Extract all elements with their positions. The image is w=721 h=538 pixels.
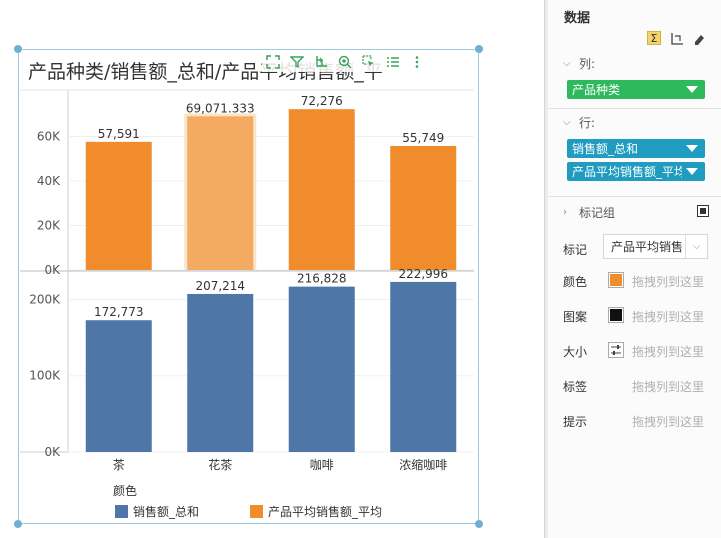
mark-group-label: 标记组 xyxy=(579,206,616,220)
legend-swatch xyxy=(115,505,128,518)
filter-icon[interactable] xyxy=(286,52,308,72)
row-pill-label: 销售额_总和 xyxy=(572,142,639,156)
legend-label: 产品平均销售额_平均 xyxy=(268,505,383,519)
columns-label: 列: xyxy=(579,57,596,71)
resize-handle-top-left[interactable] xyxy=(14,45,22,53)
chart-selection-frame xyxy=(18,49,479,524)
mark-select-value: 产品平均销售额_平均 xyxy=(611,240,683,254)
pattern-prop-label: 图案 xyxy=(563,310,588,324)
divider-line xyxy=(548,196,721,197)
columns-section-header[interactable]: ⌵ 列: xyxy=(563,55,595,72)
tooltip-drop-zone[interactable]: 拖拽列到这里 xyxy=(632,413,704,430)
chevron-right-icon: › xyxy=(563,207,567,218)
row-pill-sales-sum[interactable]: 销售额_总和 xyxy=(567,139,705,158)
fullscreen-icon[interactable] xyxy=(262,52,284,72)
size-drop-zone[interactable]: 拖拽列到这里 xyxy=(632,343,704,360)
chevron-down-icon[interactable] xyxy=(686,145,698,152)
resize-handle-bottom-left[interactable] xyxy=(14,520,22,528)
columns-pill[interactable]: 产品种类 xyxy=(567,80,705,99)
chevron-down-icon: ⌵ xyxy=(563,58,571,69)
rows-label: 行: xyxy=(579,116,596,130)
panel-title: 数据 xyxy=(564,11,591,26)
mark-group-settings-icon[interactable] xyxy=(697,205,709,217)
color-swatch-icon[interactable] xyxy=(608,272,624,288)
row-pill-label: 产品平均销售额_平均 xyxy=(572,165,682,179)
color-prop-label: 颜色 xyxy=(563,275,588,289)
label-prop-label: 标签 xyxy=(563,380,588,394)
color-drop-zone[interactable]: 拖拽列到这里 xyxy=(632,273,704,290)
more-icon[interactable] xyxy=(406,52,428,72)
legend-swatch xyxy=(250,505,263,518)
mark-label: 标记 xyxy=(563,243,588,257)
row-pill-avg-sales[interactable]: 产品平均销售额_平均 xyxy=(567,162,705,181)
mark-type-select[interactable]: 产品平均销售额_平均 ⌵ xyxy=(603,234,708,259)
chart-toolbar xyxy=(262,52,428,72)
size-prop-label: 大小 xyxy=(563,345,588,359)
select-icon[interactable] xyxy=(358,52,380,72)
legend-item-avg-sales: 产品平均销售额_平均 xyxy=(250,503,382,520)
tooltip-prop-label: 提示 xyxy=(563,415,588,429)
export-icon[interactable] xyxy=(310,52,332,72)
pattern-swatch-icon[interactable] xyxy=(608,307,624,323)
rows-section-header[interactable]: ⌵ 行: xyxy=(563,114,595,131)
axis-icon[interactable] xyxy=(670,31,684,45)
legend-label: 销售额_总和 xyxy=(133,505,200,519)
legend-title: 颜色 xyxy=(113,484,138,498)
chart-panel: 0K 20K 40K 60K 57,591 69,071.333 72,276 55,749 0… xyxy=(0,0,544,538)
columns-pill-label: 产品种类 xyxy=(572,83,621,97)
zoom-icon[interactable] xyxy=(334,52,356,72)
resize-handle-top-right[interactable] xyxy=(475,45,483,53)
sum-icon[interactable]: Σ xyxy=(647,31,661,45)
chevron-down-icon[interactable] xyxy=(686,86,698,93)
chevron-down-icon[interactable]: ⌵ xyxy=(685,235,707,258)
pattern-drop-zone[interactable]: 拖拽列到这里 xyxy=(632,308,704,325)
size-slider-icon[interactable] xyxy=(608,342,624,358)
list-icon[interactable] xyxy=(382,52,404,72)
divider-line xyxy=(548,108,721,109)
resize-handle-bottom-right[interactable] xyxy=(475,520,483,528)
legend-item-sales-sum: 销售额_总和 xyxy=(115,503,199,520)
label-drop-zone[interactable]: 拖拽列到这里 xyxy=(632,378,704,395)
mark-group-header[interactable]: › 标记组 xyxy=(563,204,615,221)
chevron-down-icon: ⌵ xyxy=(563,117,571,128)
chevron-down-icon[interactable] xyxy=(686,168,698,175)
eraser-icon[interactable] xyxy=(692,31,706,45)
